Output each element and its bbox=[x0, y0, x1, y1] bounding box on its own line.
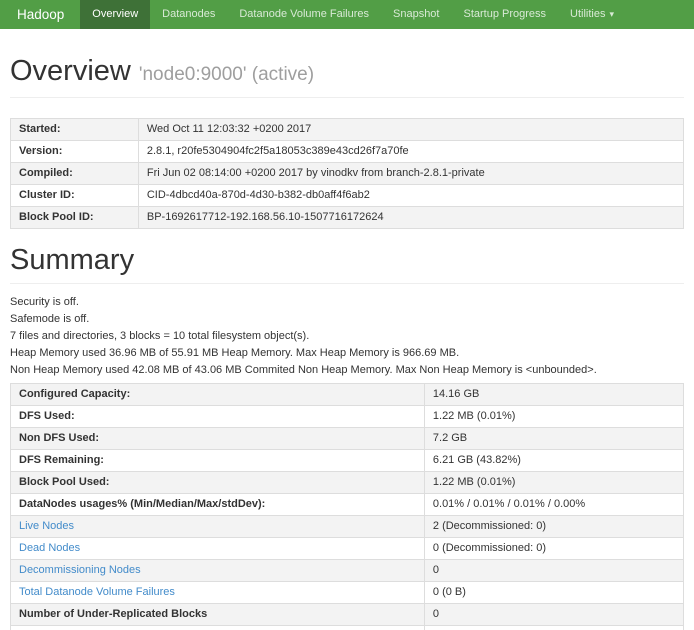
row-label: Configured Capacity: bbox=[11, 384, 425, 406]
table-row: Cluster ID: CID-4dbcd40a-870d-4d30-b382-… bbox=[11, 185, 684, 207]
row-value: 0 bbox=[424, 560, 683, 582]
tab-utilities-label: Utilities bbox=[570, 8, 605, 20]
row-label: Compiled: bbox=[11, 163, 139, 185]
row-label: Number of Under-Replicated Blocks bbox=[11, 604, 425, 626]
namenode-address-subtitle: 'node0:9000' (active) bbox=[139, 64, 314, 85]
security-status-text: Security is off. bbox=[10, 296, 684, 309]
tab-startup-progress[interactable]: Startup Progress bbox=[451, 0, 558, 29]
row-value: 1.22 MB (0.01%) bbox=[424, 472, 683, 494]
dead-nodes-link[interactable]: Dead Nodes bbox=[19, 542, 80, 554]
row-label: DFS Remaining: bbox=[11, 450, 425, 472]
table-row: Dead Nodes 0 (Decommissioned: 0) bbox=[11, 538, 684, 560]
live-nodes-link[interactable]: Live Nodes bbox=[19, 520, 74, 532]
tab-datanodes[interactable]: Datanodes bbox=[150, 0, 227, 29]
caret-down-icon: ▾ bbox=[609, 9, 614, 19]
row-value: 0 bbox=[424, 604, 683, 626]
total-datanode-volume-failures-link[interactable]: Total Datanode Volume Failures bbox=[19, 586, 175, 598]
tab-datanode-volume-failures[interactable]: Datanode Volume Failures bbox=[227, 0, 381, 29]
row-label: Number of Blocks Pending Deletion bbox=[11, 626, 425, 630]
top-navbar: Hadoop Overview Datanodes Datanode Volum… bbox=[0, 0, 694, 29]
row-value: 2.8.1, r20fe5304904fc2f5a18053c389e43cd2… bbox=[138, 141, 683, 163]
decommissioning-nodes-link[interactable]: Decommissioning Nodes bbox=[19, 564, 141, 576]
tab-snapshot-label: Snapshot bbox=[393, 8, 439, 20]
page-title-overview: Overview bbox=[10, 55, 131, 87]
table-row: Decommissioning Nodes 0 bbox=[11, 560, 684, 582]
row-value: CID-4dbcd40a-870d-4d30-b382-db0aff4f6ab2 bbox=[138, 185, 683, 207]
table-row: Non DFS Used: 7.2 GB bbox=[11, 428, 684, 450]
row-label: Cluster ID: bbox=[11, 185, 139, 207]
tab-datanodes-label: Datanodes bbox=[162, 8, 215, 20]
row-label: Non DFS Used: bbox=[11, 428, 425, 450]
non-heap-memory-text: Non Heap Memory used 42.08 MB of 43.06 M… bbox=[10, 364, 684, 377]
table-row: Configured Capacity: 14.16 GB bbox=[11, 384, 684, 406]
safemode-status-text: Safemode is off. bbox=[10, 313, 684, 326]
row-value: 0 (0 B) bbox=[424, 582, 683, 604]
row-label: Version: bbox=[11, 141, 139, 163]
row-label: Block Pool ID: bbox=[11, 207, 139, 229]
row-value: 1.22 MB (0.01%) bbox=[424, 406, 683, 428]
table-row: DataNodes usages% (Min/Median/Max/stdDev… bbox=[11, 494, 684, 516]
row-value: BP-1692617712-192.168.56.10-150771617262… bbox=[138, 207, 683, 229]
row-value: 7.2 GB bbox=[424, 428, 683, 450]
row-label: DataNodes usages% (Min/Median/Max/stdDev… bbox=[11, 494, 425, 516]
table-row: Number of Blocks Pending Deletion 0 bbox=[11, 626, 684, 630]
row-value: 14.16 GB bbox=[424, 384, 683, 406]
heap-memory-text: Heap Memory used 36.96 MB of 55.91 MB He… bbox=[10, 347, 684, 360]
row-label: DFS Used: bbox=[11, 406, 425, 428]
table-row: Number of Under-Replicated Blocks 0 bbox=[11, 604, 684, 626]
table-row: Live Nodes 2 (Decommissioned: 0) bbox=[11, 516, 684, 538]
tab-startup-progress-label: Startup Progress bbox=[463, 8, 546, 20]
tab-overview-label: Overview bbox=[92, 8, 138, 20]
table-row: Total Datanode Volume Failures 0 (0 B) bbox=[11, 582, 684, 604]
hadoop-brand: Hadoop bbox=[0, 0, 80, 29]
row-label: Started: bbox=[11, 119, 139, 141]
row-value: 0 bbox=[424, 626, 683, 630]
row-value: 2 (Decommissioned: 0) bbox=[424, 516, 683, 538]
tab-overview[interactable]: Overview bbox=[80, 0, 150, 29]
row-value: 6.21 GB (43.82%) bbox=[424, 450, 683, 472]
row-value: Fri Jun 02 08:14:00 +0200 2017 by vinodk… bbox=[138, 163, 683, 185]
table-row: Block Pool ID: BP-1692617712-192.168.56.… bbox=[11, 207, 684, 229]
table-row: Version: 2.8.1, r20fe5304904fc2f5a18053c… bbox=[11, 141, 684, 163]
row-value: 0.01% / 0.01% / 0.01% / 0.00% bbox=[424, 494, 683, 516]
row-value: Wed Oct 11 12:03:32 +0200 2017 bbox=[138, 119, 683, 141]
filesystem-objects-text: 7 files and directories, 3 blocks = 10 t… bbox=[10, 330, 684, 343]
table-row: DFS Remaining: 6.21 GB (43.82%) bbox=[11, 450, 684, 472]
summary-table: Configured Capacity: 14.16 GB DFS Used: … bbox=[10, 383, 684, 630]
tab-utilities-dropdown[interactable]: Utilities ▾ bbox=[558, 0, 626, 29]
table-row: Block Pool Used: 1.22 MB (0.01%) bbox=[11, 472, 684, 494]
summary-notes: Security is off. Safemode is off. 7 file… bbox=[10, 296, 684, 377]
summary-header: Summary bbox=[10, 244, 684, 284]
row-value: 0 (Decommissioned: 0) bbox=[424, 538, 683, 560]
page-title-summary: Summary bbox=[10, 244, 134, 276]
overview-header: Overview 'node0:9000' (active) bbox=[10, 55, 684, 98]
tab-datanode-volume-failures-label: Datanode Volume Failures bbox=[239, 8, 369, 20]
table-row: Started: Wed Oct 11 12:03:32 +0200 2017 bbox=[11, 119, 684, 141]
row-label: Block Pool Used: bbox=[11, 472, 425, 494]
hadoop-namenode-page: Hadoop Overview Datanodes Datanode Volum… bbox=[0, 0, 694, 630]
tab-snapshot[interactable]: Snapshot bbox=[381, 0, 451, 29]
table-row: DFS Used: 1.22 MB (0.01%) bbox=[11, 406, 684, 428]
overview-table: Started: Wed Oct 11 12:03:32 +0200 2017 … bbox=[10, 118, 684, 229]
table-row: Compiled: Fri Jun 02 08:14:00 +0200 2017… bbox=[11, 163, 684, 185]
